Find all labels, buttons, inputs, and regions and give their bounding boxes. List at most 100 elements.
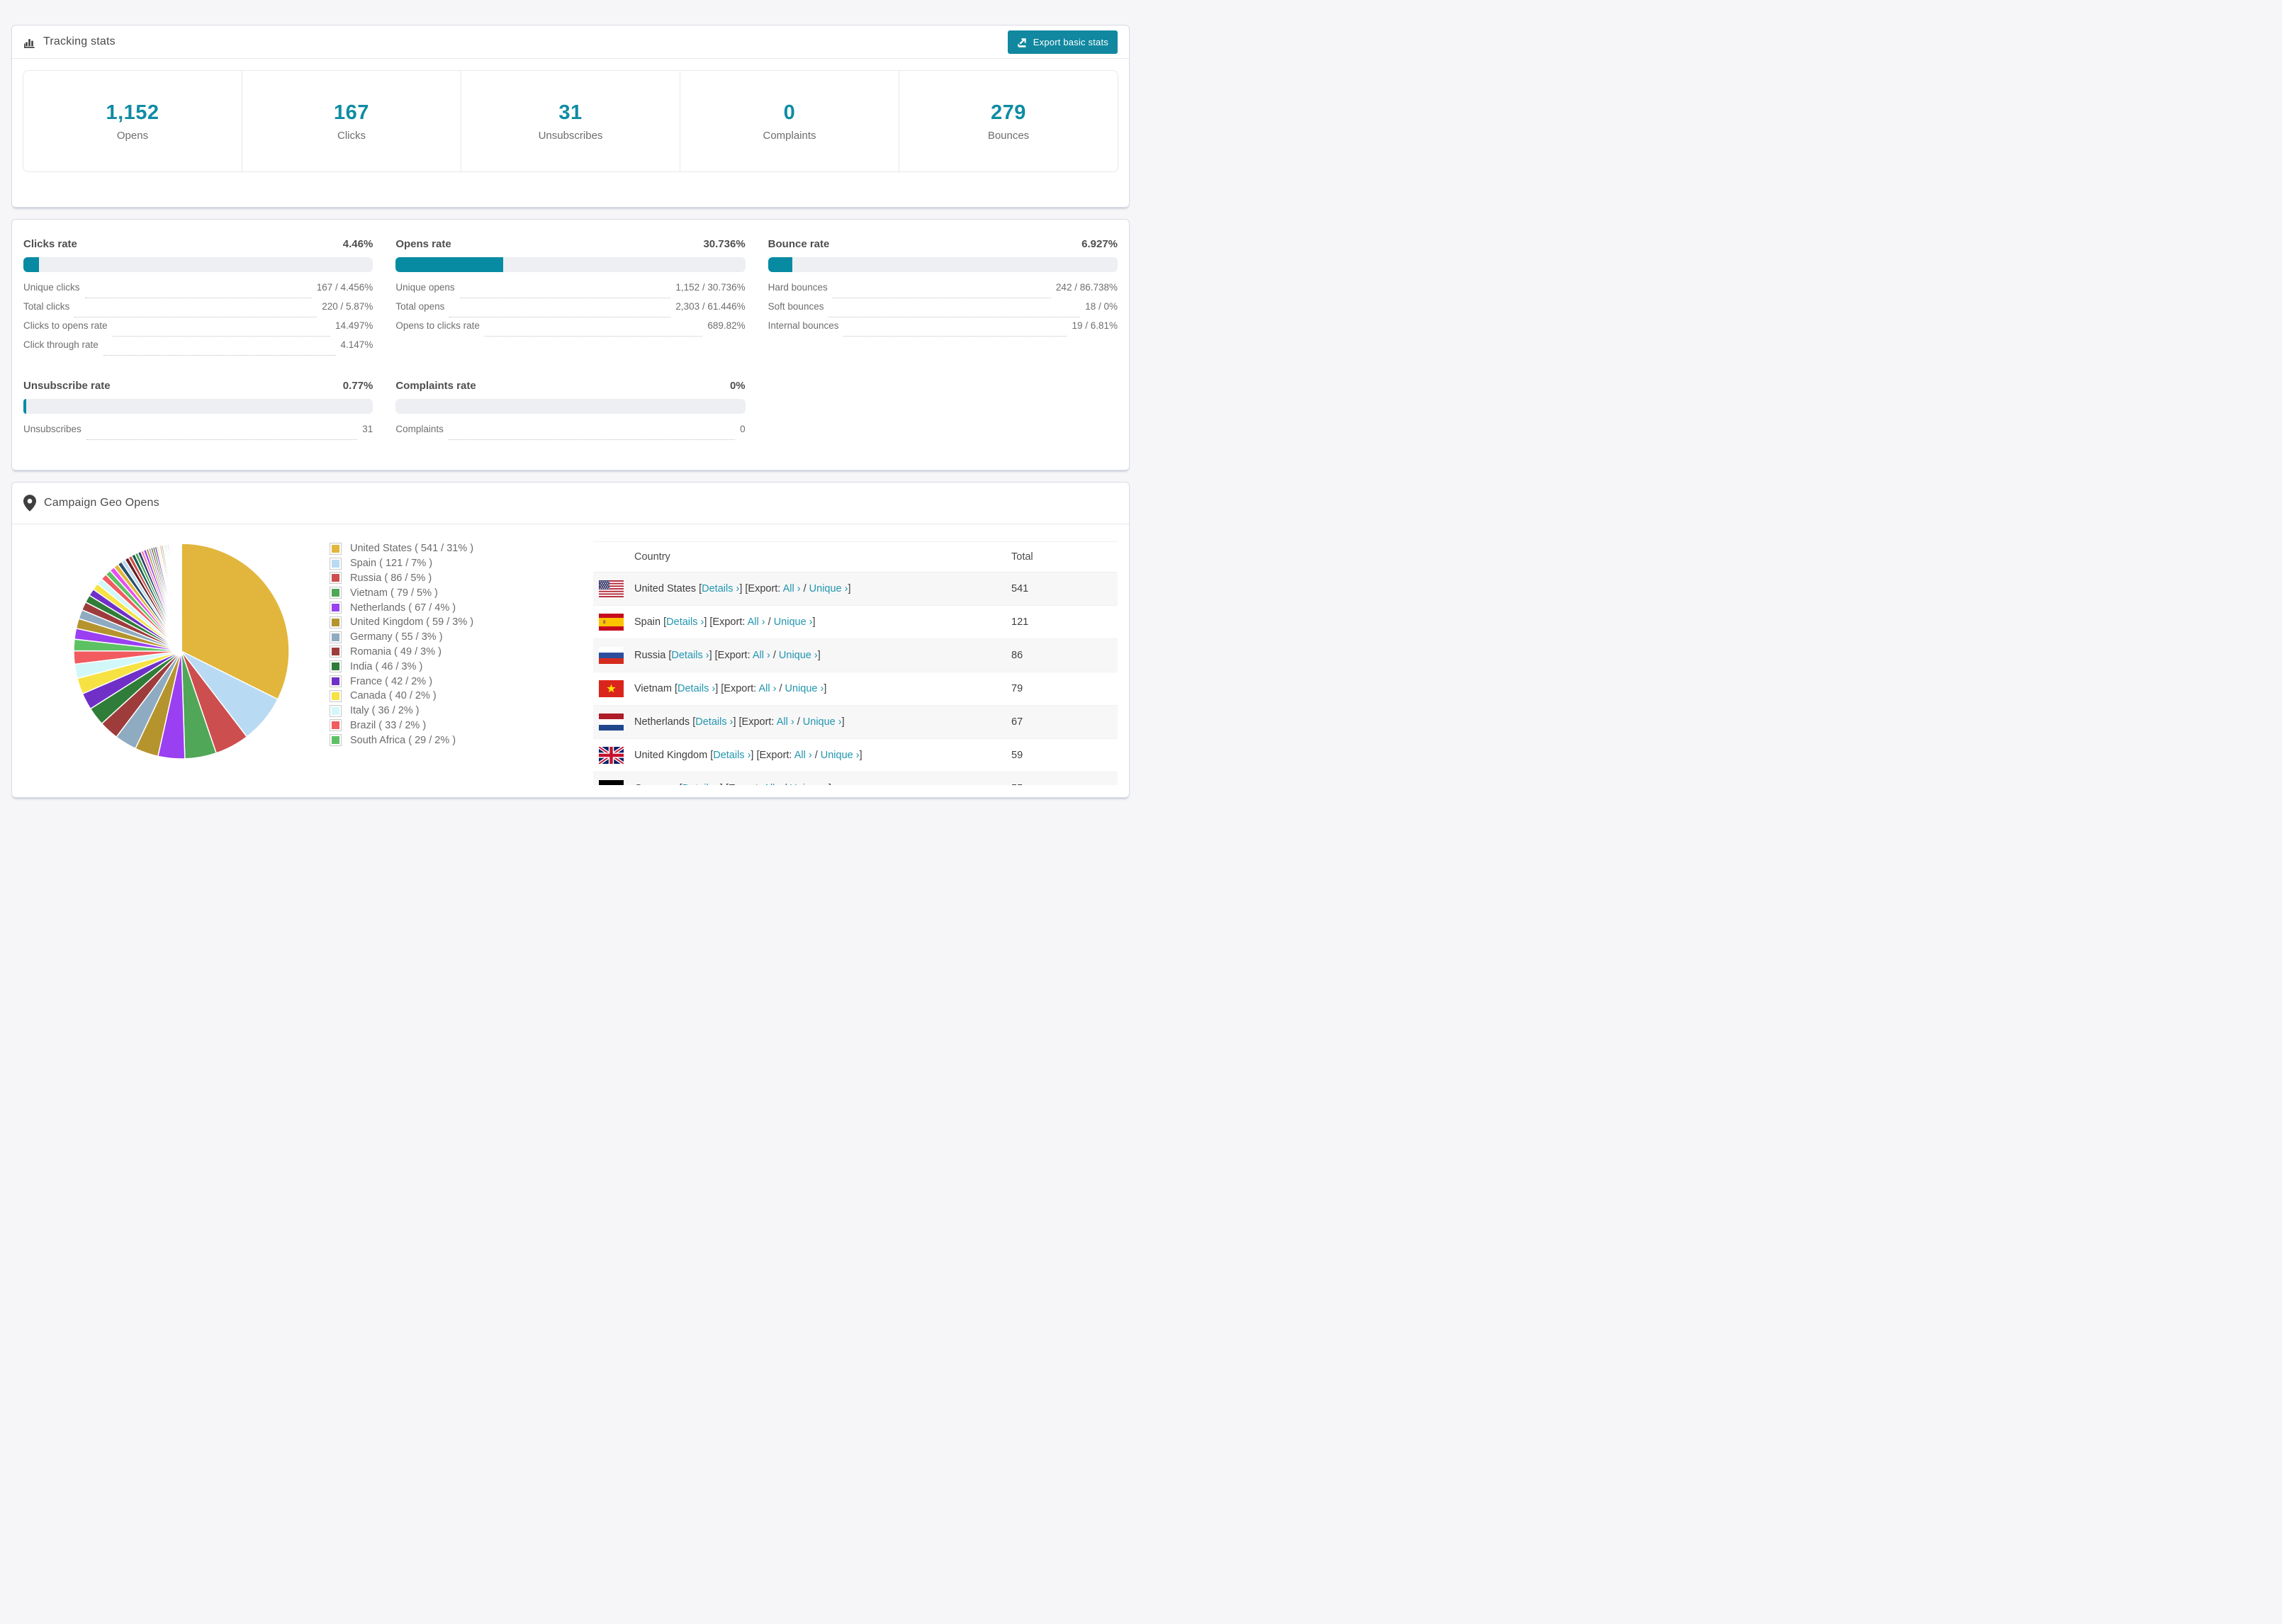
export-unique-link[interactable]: Unique ›: [785, 683, 824, 694]
legend-swatch-icon: [330, 675, 342, 688]
rate-detail-row: Unique clicks 167 / 4.456%: [23, 282, 373, 301]
rate-detail-value: 1,152 / 30.736%: [675, 282, 746, 293]
flag-gb-icon: [599, 747, 624, 764]
stat-label: Complaints: [763, 129, 816, 142]
country-name: Russia: [634, 650, 666, 661]
legend-item: Italy ( 36 / 2% ): [330, 704, 473, 718]
rate-value: 0%: [729, 380, 746, 392]
stat-box-clicks: 167 Clicks: [242, 71, 461, 171]
legend-label: South Africa ( 29 / 2% ): [350, 734, 456, 746]
export-all-link[interactable]: All ›: [777, 716, 794, 728]
geo-table-row: United Kingdom [Details ›] [Export: All …: [593, 738, 1118, 772]
export-all-link[interactable]: All ›: [794, 750, 812, 761]
export-unique-link[interactable]: Unique ›: [789, 783, 828, 785]
details-link[interactable]: Details ›: [695, 716, 733, 728]
export-all-link[interactable]: All ›: [763, 783, 781, 785]
details-link[interactable]: Details ›: [682, 783, 720, 785]
details-link[interactable]: Details ›: [678, 683, 715, 694]
export-unique-link[interactable]: Unique ›: [803, 716, 842, 728]
rate-detail-row: Internal bounces 19 / 6.81%: [768, 320, 1118, 339]
rate-detail-value: 242 / 86.738%: [1055, 282, 1118, 293]
geo-table-row: Russia [Details ›] [Export: All › / Uniq…: [593, 638, 1118, 672]
dotted-leader: [448, 439, 736, 440]
details-link[interactable]: Details ›: [666, 616, 704, 628]
dotted-leader: [484, 336, 703, 337]
rate-detail-row: Unique opens 1,152 / 30.736%: [395, 282, 746, 301]
rate-title: Bounce rate: [768, 238, 830, 250]
rate-block: Unsubscribe rate 0.77% Unsubscribes 31: [23, 380, 373, 443]
export-unique-link[interactable]: Unique ›: [774, 616, 813, 628]
country-name: Spain: [634, 616, 661, 628]
country-total: 86: [1011, 650, 1023, 661]
flag-nl-icon: [599, 714, 624, 731]
stat-group: 1,152 Opens 167 Clicks 31 Unsubscribes 0…: [23, 70, 1118, 172]
geo-body: United States ( 541 / 31% ) Spain ( 121 …: [12, 524, 1129, 797]
rate-detail-label: Total clicks: [23, 301, 70, 312]
rate-detail-value: 14.497%: [335, 320, 373, 331]
export-unique-link[interactable]: Unique ›: [809, 583, 848, 594]
progress-bar: [23, 257, 373, 272]
country-total: 541: [1011, 583, 1029, 594]
rate-detail-label: Total opens: [395, 301, 445, 312]
rate-title: Clicks rate: [23, 238, 77, 250]
rate-value: 30.736%: [703, 238, 746, 250]
rate-detail-row: Complaints 0: [395, 424, 746, 443]
export-unique-link[interactable]: Unique ›: [779, 650, 818, 661]
rate-title: Unsubscribe rate: [23, 380, 111, 392]
rate-detail-row: Click through rate 4.147%: [23, 339, 373, 359]
details-link[interactable]: Details ›: [713, 750, 751, 761]
rate-detail-label: Complaints: [395, 424, 444, 434]
details-link[interactable]: Details ›: [671, 650, 709, 661]
export-basic-stats-button[interactable]: Export basic stats: [1007, 30, 1118, 54]
legend-item: Netherlands ( 67 / 4% ): [330, 600, 473, 615]
export-unique-link[interactable]: Unique ›: [821, 750, 860, 761]
stat-value: 279: [991, 101, 1026, 124]
export-all-link[interactable]: All ›: [758, 683, 776, 694]
flag-us-icon: [599, 580, 624, 597]
country-name: Germany: [634, 783, 677, 785]
export-all-link[interactable]: All ›: [753, 650, 770, 661]
country-total: 59: [1011, 750, 1023, 761]
geo-table-row: Vietnam [Details ›] [Export: All › / Uni…: [593, 672, 1118, 706]
legend-label: United States ( 541 / 31% ): [350, 543, 474, 555]
geo-opens-pie-chart: [73, 543, 290, 760]
tracking-stats-header: Tracking stats Export basic stats: [12, 26, 1129, 59]
country-name: Vietnam: [634, 683, 672, 694]
rate-detail-value: 167 / 4.456%: [316, 282, 373, 293]
pie-legend: United States ( 541 / 31% ) Spain ( 121 …: [330, 541, 473, 748]
rate-block: Clicks rate 4.46% Unique clicks 167 / 4.…: [23, 238, 373, 359]
dotted-leader: [843, 336, 1067, 337]
progress-fill: [768, 257, 792, 272]
stat-label: Clicks: [337, 129, 366, 142]
stat-box-opens: 1,152 Opens: [23, 71, 242, 171]
rate-detail-row: Clicks to opens rate 14.497%: [23, 320, 373, 339]
geo-table-header-row: Country Total: [593, 541, 1118, 573]
legend-item: Romania ( 49 / 3% ): [330, 645, 473, 660]
stat-value: 0: [783, 101, 796, 124]
geo-table-row: Netherlands [Details ›] [Export: All › /…: [593, 705, 1118, 739]
bar-chart-icon: [23, 36, 35, 48]
progress-bar: [395, 399, 746, 414]
rate-detail-value: 18 / 0%: [1085, 301, 1118, 312]
rate-title: Complaints rate: [395, 380, 476, 392]
export-all-link[interactable]: All ›: [783, 583, 801, 594]
rate-detail-row: Soft bounces 18 / 0%: [768, 301, 1118, 320]
rate-detail-row: Total clicks 220 / 5.87%: [23, 301, 373, 320]
rate-title: Opens rate: [395, 238, 451, 250]
legend-swatch-icon: [330, 587, 342, 599]
rate-detail-label: Click through rate: [23, 339, 99, 350]
details-link[interactable]: Details ›: [702, 583, 739, 594]
stat-label: Opens: [116, 129, 149, 142]
stat-value: 167: [334, 101, 369, 124]
country-total: 55: [1011, 772, 1118, 785]
geo-table-row: Germany [Details ›] [Export: All › / Uni…: [593, 772, 1118, 785]
legend-item: India ( 46 / 3% ): [330, 659, 473, 674]
geo-opens-header: Campaign Geo Opens: [12, 483, 1129, 524]
legend-item: Vietnam ( 79 / 5% ): [330, 585, 473, 600]
export-all-link[interactable]: All ›: [748, 616, 765, 628]
country-name: United States: [634, 583, 697, 594]
rates-grid: Clicks rate 4.46% Unique clicks 167 / 4.…: [23, 238, 1118, 443]
legend-label: Vietnam ( 79 / 5% ): [350, 587, 438, 599]
progress-bar: [23, 399, 373, 414]
legend-swatch-icon: [330, 542, 342, 555]
